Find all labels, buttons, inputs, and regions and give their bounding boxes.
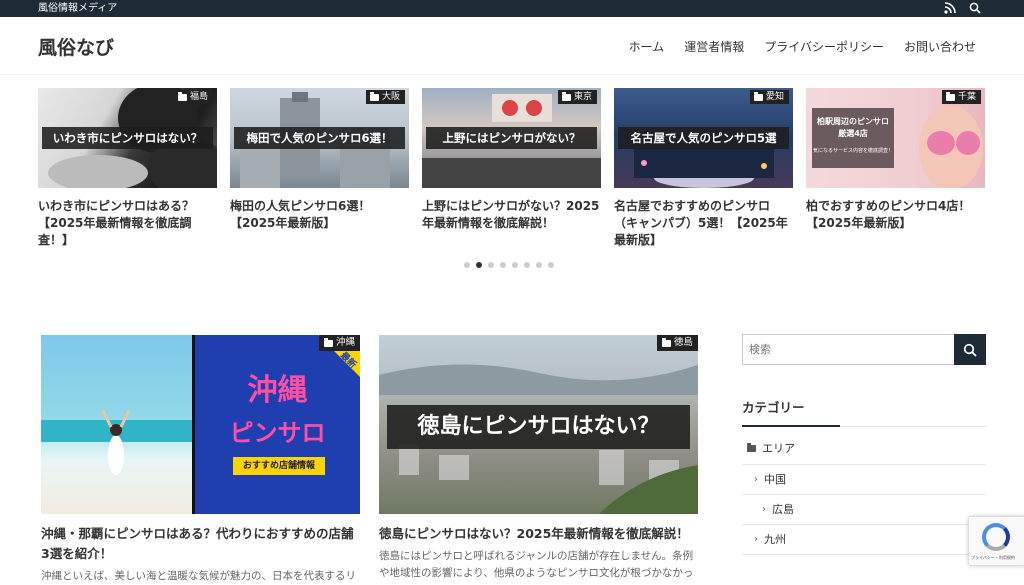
category-list: エリア › 中国 › 広島 › 九州 (742, 427, 986, 555)
slide-title[interactable]: いわき市にピンサロはある？【2025年最新情報を徹底調査！】 (38, 198, 217, 249)
folder-icon (177, 91, 187, 101)
folder-icon (945, 91, 955, 101)
category-item[interactable]: エリア (742, 427, 986, 465)
pagination-dot[interactable] (512, 262, 518, 268)
sidebar: カテゴリー エリア ›中国 ›広島 ›九州 (742, 334, 986, 555)
chevron-right-icon: › (754, 533, 758, 545)
thumbnail-banner: 徳島にピンサロはない？ (387, 405, 690, 449)
nav-privacy[interactable]: プライバシーポリシー (764, 38, 884, 55)
folder-icon (323, 337, 333, 347)
nav-about[interactable]: 運営者情報 (684, 38, 744, 55)
thumbnail-banner: 上野にはピンサロがない？ (426, 127, 597, 149)
recaptcha-badge[interactable]: プライバシー・利用規約 (968, 516, 1024, 566)
slide-thumbnail[interactable]: 福島 いわき市にピンサロはない？ (38, 88, 217, 188)
thumbnail-badge: おすすめ店舗情報 (233, 457, 325, 475)
pagination-dot-active[interactable] (476, 262, 482, 268)
thumbnail-panel: 沖縄 ピンサロ おすすめ店舗情報 最新 (192, 335, 360, 514)
thumbnail-banner: 梅田で人気のピンサロ6選！ (234, 127, 405, 149)
category-item[interactable]: › 九州 (742, 525, 986, 555)
article-excerpt: 沖縄といえば、美しい海と温暖な気候が魅力の、日本を代表するリ (41, 570, 356, 582)
recaptcha-icon (982, 523, 1010, 551)
pagination-dot[interactable] (500, 262, 506, 268)
category-badge[interactable]: 徳島 (656, 335, 698, 351)
category-badge[interactable]: 沖縄 (318, 335, 360, 351)
pagination-dot[interactable] (548, 262, 554, 268)
category-item[interactable]: › 広島 (742, 495, 986, 525)
thumbnail-banner: 名古屋で人気のピンサロ5選 (618, 127, 789, 149)
folder-icon (369, 91, 379, 101)
folder-icon (661, 337, 671, 347)
category-widget-title: カテゴリー (742, 397, 986, 427)
article-title[interactable]: 徳島にピンサロはない？2025年最新情報を徹底解説！ (379, 524, 698, 544)
category-item[interactable]: › 中国 (742, 465, 986, 495)
slide-title[interactable]: 上野にはピンサロがない？2025年最新情報を徹底解説！ (422, 198, 601, 232)
nav-home[interactable]: ホーム (629, 38, 665, 55)
category-badge[interactable]: 愛知 (749, 90, 789, 104)
search-button[interactable] (954, 334, 986, 365)
folder-icon (561, 91, 571, 101)
slide-card[interactable]: 福島 いわき市にピンサロはない？ いわき市にピンサロはある？【2025年最新情報… (38, 88, 217, 249)
slide-title[interactable]: 梅田の人気ピンサロ6選！【2025年最新版】 (230, 198, 409, 232)
search-form (742, 334, 986, 365)
slide-title[interactable]: 名古屋でおすすめのピンサロ（キャンパブ）5選！【2025年最新版】 (614, 198, 793, 249)
search-icon (963, 343, 977, 357)
article-thumbnail[interactable]: 徳島にピンサロはない？ 徳島 (379, 335, 698, 514)
article-card[interactable]: 沖縄 ピンサロ おすすめ店舗情報 最新 沖縄 沖縄・那覇にピンサロはある？代わり… (41, 335, 360, 585)
article-thumbnail[interactable]: 沖縄 ピンサロ おすすめ店舗情報 最新 沖縄 (41, 335, 360, 514)
category-badge[interactable]: 大阪 (365, 90, 405, 104)
global-nav: ホーム 運営者情報 プライバシーポリシー お問い合わせ (609, 38, 976, 55)
slide-thumbnail[interactable]: 柏駅周辺のピンサロ厳選4店 気になるサービス内容を徹底調査！ 千葉 (806, 88, 985, 188)
top-bar: 風俗情報メディア (0, 0, 1024, 17)
slide-thumbnail[interactable]: 東京 上野にはピンサロがない？ (422, 88, 601, 188)
pagination-dot[interactable] (524, 262, 530, 268)
folder-icon (747, 443, 756, 452)
folder-icon (753, 91, 763, 101)
site-header: 風俗なび ホーム 運営者情報 プライバシーポリシー お問い合わせ (0, 17, 1024, 75)
nav-contact[interactable]: お問い合わせ (904, 38, 976, 55)
category-badge[interactable]: 千葉 (941, 90, 981, 104)
thumbnail-banner: 柏駅周辺のピンサロ厳選4店 気になるサービス内容を徹底調査！ (812, 108, 894, 168)
slide-card[interactable]: 愛知 名古屋で人気のピンサロ5選 名古屋でおすすめのピンサロ（キャンパブ）5選！… (614, 88, 793, 249)
slide-thumbnail[interactable]: 大阪 梅田で人気のピンサロ6選！ (230, 88, 409, 188)
slide-card[interactable]: 柏駅周辺のピンサロ厳選4店 気になるサービス内容を徹底調査！ 千葉 柏でおすすめ… (806, 88, 985, 232)
article-excerpt: 徳島にはピンサロと呼ばれるジャンルの店舗が存在しません。条例や地域性の影響により… (379, 550, 694, 579)
chevron-right-icon: › (762, 503, 766, 515)
pagination-dot[interactable] (488, 262, 494, 268)
search-input[interactable] (742, 334, 954, 365)
category-badge[interactable]: 東京 (557, 90, 597, 104)
slider-pagination (464, 262, 554, 268)
slide-card[interactable]: 大阪 梅田で人気のピンサロ6選！ 梅田の人気ピンサロ6選！【2025年最新版】 (230, 88, 409, 232)
article-card[interactable]: 徳島にピンサロはない？ 徳島 徳島にピンサロはない？2025年最新情報を徹底解説… (379, 335, 698, 582)
site-logo[interactable]: 風俗なび (38, 33, 114, 60)
slide-card[interactable]: 東京 上野にはピンサロがない？ 上野にはピンサロがない？2025年最新情報を徹底… (422, 88, 601, 232)
recaptcha-text[interactable]: プライバシー・利用規約 (971, 555, 1015, 561)
pagination-dot[interactable] (464, 262, 470, 268)
rss-icon[interactable] (944, 2, 957, 15)
thumbnail-subtitle: ピンサロ (229, 419, 326, 447)
featured-slider: 福島 いわき市にピンサロはない？ いわき市にピンサロはある？【2025年最新情報… (38, 88, 998, 253)
slide-title[interactable]: 柏でおすすめのピンサロ4店！【2025年最新版】 (806, 198, 985, 232)
chevron-right-icon: › (754, 473, 758, 485)
slide-thumbnail[interactable]: 愛知 名古屋で人気のピンサロ5選 (614, 88, 793, 188)
article-title[interactable]: 沖縄・那覇にピンサロはある？代わりにおすすめの店舗3選を紹介！ (41, 524, 360, 564)
category-badge[interactable]: 福島 (173, 90, 213, 104)
pagination-dot[interactable] (536, 262, 542, 268)
site-tagline: 風俗情報メディア (38, 3, 118, 14)
search-icon[interactable] (969, 2, 982, 15)
thumbnail-banner: いわき市にピンサロはない？ (42, 127, 213, 149)
